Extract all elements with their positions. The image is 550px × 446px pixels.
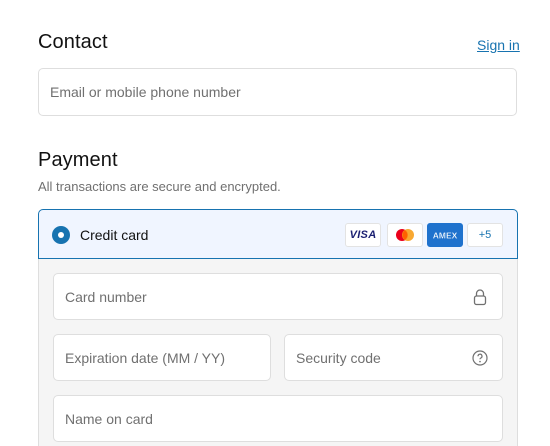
security-code-field[interactable]: Security code xyxy=(284,334,503,381)
credit-card-label: Credit card xyxy=(80,227,149,243)
name-on-card-field[interactable]: Name on card xyxy=(53,395,503,442)
credit-card-option[interactable]: Credit card VISA AMEX +5 xyxy=(38,209,518,259)
card-number-placeholder: Card number xyxy=(65,288,147,305)
visa-icon: VISA xyxy=(345,223,381,247)
expiration-date-placeholder: Expiration date (MM / YY) xyxy=(65,349,226,366)
payment-title: Payment xyxy=(38,149,118,171)
amex-logo-text: AMEX xyxy=(433,231,458,241)
email-placeholder: Email or mobile phone number xyxy=(50,84,241,100)
credit-card-radio[interactable] xyxy=(52,226,70,244)
mastercard-icon xyxy=(387,223,423,247)
amex-icon: AMEX xyxy=(427,223,463,247)
card-number-field[interactable]: Card number xyxy=(53,273,503,320)
email-field[interactable]: Email or mobile phone number xyxy=(38,68,517,116)
expiration-date-field[interactable]: Expiration date (MM / YY) xyxy=(53,334,271,381)
sign-in-link[interactable]: Sign in xyxy=(477,37,520,53)
payment-subtitle: All transactions are secure and encrypte… xyxy=(38,179,281,194)
contact-title: Contact xyxy=(38,31,108,53)
security-code-placeholder: Security code xyxy=(296,349,381,366)
name-on-card-placeholder: Name on card xyxy=(65,410,153,427)
help-icon[interactable] xyxy=(472,350,488,366)
lock-icon xyxy=(473,289,487,306)
more-cards-badge: +5 xyxy=(467,223,503,247)
